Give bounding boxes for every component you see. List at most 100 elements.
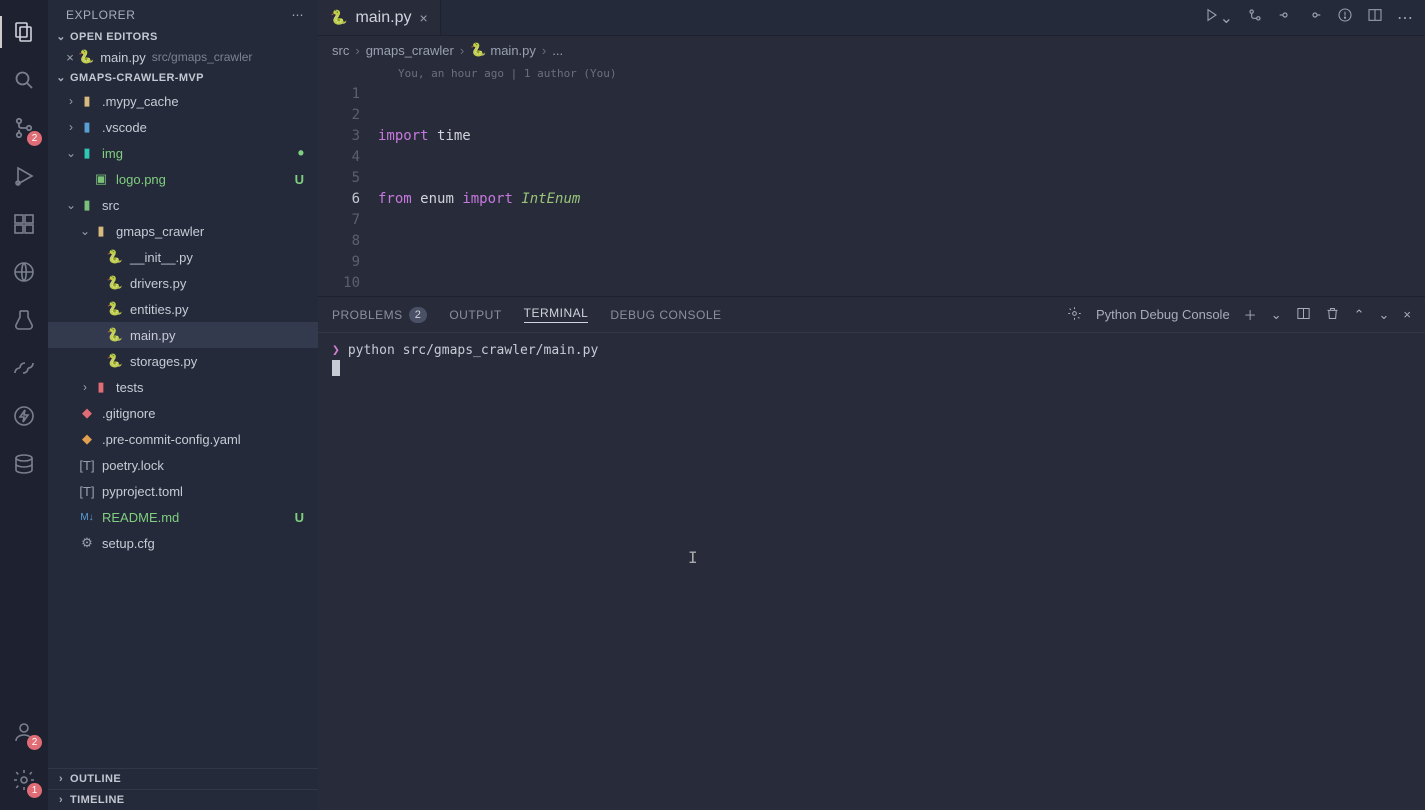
text-cursor-icon: I: [688, 548, 698, 567]
tree-folder-tests[interactable]: › ▮ tests: [48, 374, 318, 400]
outline-section[interactable]: › OUTLINE: [48, 768, 318, 789]
folder-icon: ▮: [92, 378, 110, 396]
activity-bar: 2 2 1: [0, 0, 48, 810]
chevron-down-icon: ⌄: [64, 198, 78, 212]
python-file-icon: 🐍: [106, 274, 124, 292]
python-file-icon: 🐍: [106, 248, 124, 266]
explorer-sidebar: EXPLORER ⋯ ⌄ OPEN EDITORS × 🐍 main.py sr…: [48, 0, 318, 810]
open-editor-item[interactable]: × 🐍 main.py src/gmaps_crawler: [48, 47, 318, 67]
file-action-icon[interactable]: [1337, 7, 1353, 28]
terminal-dropdown-icon[interactable]: ⌄: [1271, 307, 1282, 323]
terminal-cursor: [332, 360, 340, 376]
close-panel-icon[interactable]: ×: [1403, 307, 1411, 322]
python-file-icon: 🐍: [470, 42, 486, 58]
testing-view-icon[interactable]: [0, 296, 48, 344]
timeline-section[interactable]: › TIMELINE: [48, 789, 318, 810]
tree-file-main[interactable]: 🐍 main.py: [48, 322, 318, 348]
tree-file-readme[interactable]: M↓ README.md U: [48, 504, 318, 530]
remote-explorer-icon[interactable]: [0, 248, 48, 296]
image-file-icon: ▣: [92, 170, 110, 188]
chevron-down-icon: ⌄: [64, 146, 78, 160]
tree-file[interactable]: ◆ .pre-commit-config.yaml: [48, 426, 318, 452]
tree-folder-img[interactable]: ⌄ ▮ img •: [48, 140, 318, 166]
next-change-icon[interactable]: [1307, 7, 1323, 28]
python-file-icon: 🐍: [106, 352, 124, 370]
close-editor-icon[interactable]: ×: [62, 50, 78, 65]
editor-tab-main[interactable]: 🐍 main.py ×: [318, 0, 441, 35]
chevron-down-icon: ⌄: [54, 71, 68, 84]
editor-area: 🐍 main.py × ⌄ ⋯ src › gmaps_crawler › 🐍 …: [318, 0, 1425, 810]
accounts-icon[interactable]: 2: [0, 708, 48, 756]
tree-folder[interactable]: › ▮ .vscode: [48, 114, 318, 140]
tree-file[interactable]: 🐍 __init__.py: [48, 244, 318, 270]
python-file-icon: 🐍: [78, 49, 94, 65]
git-status: U: [295, 510, 304, 525]
chevron-right-icon: ›: [78, 380, 92, 394]
chevron-right-icon: ›: [64, 120, 78, 134]
file-tree: › ▮ .mypy_cache › ▮ .vscode ⌄ ▮ img • ▣ …: [48, 88, 318, 768]
git-file-icon: ◆: [78, 404, 96, 422]
panel-tab-debug-console[interactable]: DEBUG CONSOLE: [610, 308, 721, 322]
python-file-icon: 🐍: [106, 300, 124, 318]
breadcrumbs[interactable]: src › gmaps_crawler › 🐍 main.py › ...: [318, 36, 1425, 64]
tree-folder-src[interactable]: ⌄ ▮ src: [48, 192, 318, 218]
project-section[interactable]: ⌄ GMAPS-CRAWLER-MVP: [48, 67, 318, 88]
tree-file[interactable]: ⚙ setup.cfg: [48, 530, 318, 556]
new-terminal-icon[interactable]: ＋: [1244, 305, 1257, 324]
extensions-view-icon[interactable]: [0, 200, 48, 248]
tree-file[interactable]: [T] poetry.lock: [48, 452, 318, 478]
tree-file[interactable]: [T] pyproject.toml: [48, 478, 318, 504]
explorer-view-icon[interactable]: [0, 8, 48, 56]
api-view-icon[interactable]: [0, 344, 48, 392]
run-dropdown-icon[interactable]: ⌄: [1204, 7, 1233, 28]
run-debug-view-icon[interactable]: [0, 152, 48, 200]
code-content[interactable]: import time from enum import IntEnum fro…: [378, 84, 1425, 296]
chevron-down-icon: ⌄: [78, 224, 92, 238]
problems-count: 2: [409, 307, 428, 323]
split-editor-icon[interactable]: [1367, 7, 1383, 28]
close-tab-icon[interactable]: ×: [419, 10, 427, 26]
panel-chevron-down-icon[interactable]: ⌄: [1379, 307, 1390, 323]
text-file-icon: [T]: [78, 456, 96, 474]
text-file-icon: [T]: [78, 482, 96, 500]
tree-file[interactable]: 🐍 storages.py: [48, 348, 318, 374]
panel-tab-problems[interactable]: PROBLEMS 2: [332, 307, 427, 323]
more-actions-icon[interactable]: ⋯: [1397, 8, 1413, 28]
tree-folder-gmaps[interactable]: ⌄ ▮ gmaps_crawler: [48, 218, 318, 244]
search-view-icon[interactable]: [0, 56, 48, 104]
chevron-right-icon: ›: [54, 773, 68, 785]
source-control-view-icon[interactable]: 2: [0, 104, 48, 152]
prev-change-icon[interactable]: [1277, 7, 1293, 28]
chevron-down-icon: ⌄: [54, 30, 68, 43]
git-codelens[interactable]: You, an hour ago | 1 author (You): [318, 64, 1425, 84]
debug-console-icon[interactable]: [1067, 306, 1082, 324]
folder-icon: ▮: [78, 144, 96, 162]
tree-folder[interactable]: › ▮ .mypy_cache: [48, 88, 318, 114]
bottom-panel: PROBLEMS 2 OUTPUT TERMINAL DEBUG CONSOLE…: [318, 296, 1425, 810]
folder-icon: ▮: [78, 196, 96, 214]
terminal[interactable]: ❯ python src/gmaps_crawler/main.py I: [318, 333, 1425, 810]
tree-file-logo[interactable]: ▣ logo.png U: [48, 166, 318, 192]
kill-terminal-icon[interactable]: [1325, 306, 1340, 324]
database-view-icon[interactable]: [0, 440, 48, 488]
thunder-view-icon[interactable]: [0, 392, 48, 440]
panel-tab-output[interactable]: OUTPUT: [449, 308, 501, 322]
code-editor[interactable]: 1 2 3 4 5 6 7 8 9 10 import time from en…: [318, 84, 1425, 296]
terminal-profile-label[interactable]: Python Debug Console: [1096, 307, 1230, 322]
tree-file[interactable]: ◆ .gitignore: [48, 400, 318, 426]
panel-chevron-up-icon[interactable]: ⌃: [1354, 307, 1365, 323]
split-terminal-icon[interactable]: [1296, 306, 1311, 324]
tree-file[interactable]: 🐍 entities.py: [48, 296, 318, 322]
open-editors-section[interactable]: ⌄ OPEN EDITORS: [48, 26, 318, 47]
terminal-command: python src/gmaps_crawler/main.py: [348, 343, 598, 358]
panel-tab-terminal[interactable]: TERMINAL: [524, 306, 589, 323]
sidebar-more-icon[interactable]: ⋯: [292, 8, 305, 22]
settings-gear-icon[interactable]: 1: [0, 756, 48, 804]
settings-badge: 1: [27, 783, 42, 798]
accounts-badge: 2: [27, 735, 42, 750]
chevron-right-icon: ›: [54, 794, 68, 806]
tree-file[interactable]: 🐍 drivers.py: [48, 270, 318, 296]
tab-bar: 🐍 main.py × ⌄ ⋯: [318, 0, 1425, 36]
python-file-icon: 🐍: [330, 9, 347, 26]
git-compare-icon[interactable]: [1247, 7, 1263, 28]
